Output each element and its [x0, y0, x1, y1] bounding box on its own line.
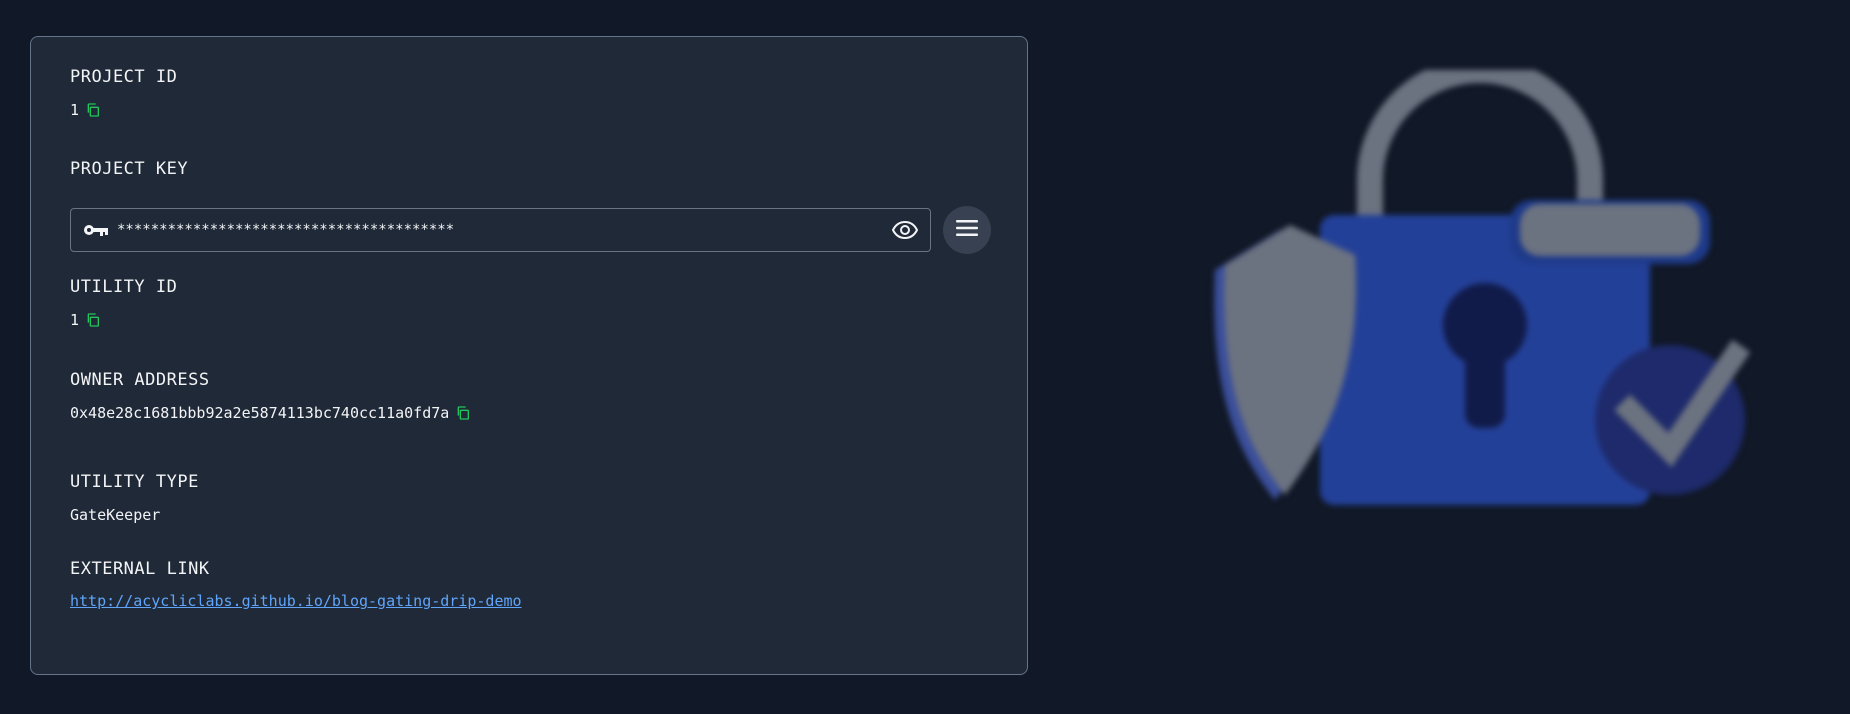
security-lock-illustration: [1190, 57, 1790, 530]
utility-type-label: UTILITY TYPE: [70, 472, 199, 492]
project-key-label: PROJECT KEY: [70, 159, 189, 179]
utility-type-value: GateKeeper: [70, 506, 161, 524]
menu-button[interactable]: [943, 206, 991, 254]
key-icon: [83, 223, 109, 237]
project-key-field[interactable]: ****************************************: [70, 208, 931, 252]
owner-address-row: 0x48e28c1681bbb92a2e5874113bc740cc11a0fd…: [70, 404, 471, 422]
project-id-value: 1: [70, 101, 80, 119]
utility-id-value: 1: [70, 311, 80, 329]
utility-id-row: 1: [70, 311, 101, 329]
external-link[interactable]: http://acycliclabs.github.io/blog-gating…: [70, 592, 522, 610]
utility-id-label: UTILITY ID: [70, 277, 178, 297]
project-id-row: 1: [70, 101, 101, 119]
owner-address-label: OWNER ADDRESS: [70, 370, 210, 390]
eye-icon[interactable]: [892, 220, 918, 240]
project-id-label: PROJECT ID: [70, 67, 178, 87]
external-link-label: EXTERNAL LINK: [70, 559, 210, 579]
menu-icon: [956, 219, 978, 241]
owner-address-value: 0x48e28c1681bbb92a2e5874113bc740cc11a0fd…: [70, 404, 450, 422]
copy-icon[interactable]: [85, 312, 101, 328]
copy-icon[interactable]: [85, 102, 101, 118]
project-key-masked-value: ****************************************: [117, 222, 455, 238]
copy-icon[interactable]: [455, 405, 471, 421]
project-details-card: PROJECT ID 1 PROJECT KEY ***************…: [30, 36, 1028, 675]
